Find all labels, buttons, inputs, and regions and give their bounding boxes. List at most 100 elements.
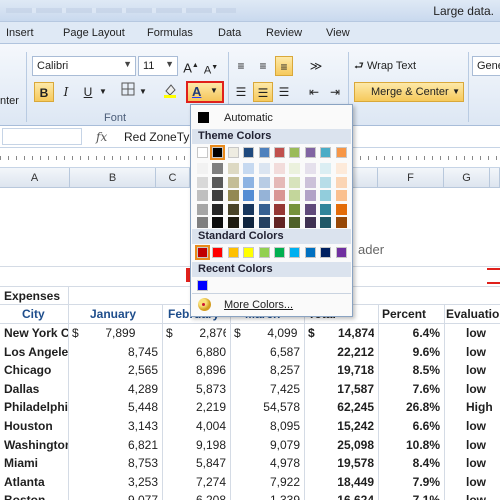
table-cell-total[interactable]: 17,587 — [308, 380, 374, 398]
theme-shade-swatch[interactable] — [258, 190, 270, 201]
theme-shade-swatch[interactable] — [243, 163, 255, 174]
standard-color-swatch[interactable] — [258, 247, 270, 258]
table-cell-total[interactable]: 19,718 — [308, 361, 374, 379]
column-header-a[interactable]: A — [0, 168, 70, 188]
table-cell-percent[interactable]: 8.4% — [382, 454, 440, 472]
table-cell-feb[interactable]: 5,873 — [166, 380, 226, 398]
table-cell-mar[interactable]: 8,095 — [234, 417, 300, 435]
table-cell-evaluation[interactable]: High — [466, 398, 500, 416]
theme-shade-swatch[interactable] — [335, 163, 347, 174]
theme-shade-swatch[interactable] — [227, 217, 239, 228]
standard-color-swatch[interactable] — [195, 245, 210, 260]
table-cell-jan[interactable]: 4,289 — [72, 380, 158, 398]
theme-shade-swatch[interactable] — [320, 203, 332, 215]
theme-shade-swatch[interactable] — [304, 163, 316, 174]
insert-function-icon[interactable]: fx — [96, 130, 107, 144]
table-cell-mar[interactable]: $ 4,099 — [234, 324, 300, 342]
theme-shade-swatch[interactable] — [335, 217, 347, 228]
theme-color-swatch[interactable] — [274, 147, 285, 158]
table-cell-evaluation[interactable]: low — [466, 417, 500, 435]
tab-page-layout[interactable]: Page Layout — [63, 27, 125, 39]
table-cell-city[interactable]: New York C — [4, 324, 68, 342]
orientation-icon[interactable]: ≫ — [305, 56, 327, 76]
merge-center-button[interactable]: Merge & Center ▼ — [354, 82, 464, 102]
theme-shade-swatch[interactable] — [320, 190, 332, 201]
theme-shade-swatch[interactable] — [320, 217, 332, 228]
table-cell-total[interactable]: 16,624 — [308, 491, 374, 500]
table-cell-percent[interactable]: 7.6% — [382, 380, 440, 398]
standard-color-swatch[interactable] — [335, 247, 347, 258]
table-cell-city[interactable]: Chicago — [4, 361, 68, 379]
table-cell-mar[interactable]: 7,922 — [234, 473, 300, 491]
table-cell-feb[interactable]: 4,004 — [166, 417, 226, 435]
theme-shade-swatch[interactable] — [289, 190, 301, 201]
theme-shade-swatch[interactable] — [289, 176, 301, 188]
table-cell-evaluation[interactable]: low — [466, 324, 486, 342]
theme-shade-swatch[interactable] — [274, 190, 285, 201]
wrap-text-button[interactable]: ⮐ Wrap Text — [354, 57, 416, 76]
font-size-combo[interactable]: 11 ▼ — [138, 56, 178, 76]
theme-shade-swatch[interactable] — [274, 163, 285, 174]
align-middle-icon[interactable]: ≡ — [254, 56, 272, 76]
table-cell-jan[interactable]: 3,143 — [72, 417, 158, 435]
theme-color-swatch[interactable] — [210, 145, 226, 160]
table-cell-percent[interactable]: 7.9% — [382, 473, 440, 491]
recent-color-swatch[interactable] — [197, 280, 208, 291]
column-header-h[interactable] — [490, 168, 500, 188]
table-cell-evaluation[interactable]: low — [466, 454, 500, 472]
theme-color-swatch[interactable] — [258, 147, 270, 158]
theme-shade-swatch[interactable] — [197, 190, 208, 201]
table-cell-jan[interactable]: 9,077 — [72, 491, 158, 500]
table-cell-mar[interactable]: 6,587 — [234, 343, 300, 361]
theme-shade-swatch[interactable] — [243, 176, 255, 188]
theme-shade-swatch[interactable] — [304, 190, 316, 201]
table-cell-feb[interactable]: 7,274 — [166, 473, 226, 491]
tab-review[interactable]: Review — [266, 27, 302, 39]
table-cell-city[interactable]: Houston — [4, 417, 68, 435]
table-cell-jan[interactable]: $ 7,899 — [72, 324, 158, 342]
table-cell-feb[interactable]: 6,880 — [166, 343, 226, 361]
table-cell-evaluation[interactable]: low — [466, 343, 500, 361]
center-button-partial[interactable]: nter — [0, 95, 19, 107]
table-cell-feb[interactable]: 2,219 — [166, 398, 226, 416]
column-header-e[interactable] — [353, 168, 378, 188]
theme-shade-swatch[interactable] — [227, 176, 239, 188]
tab-view[interactable]: View — [326, 27, 350, 39]
table-cell-percent[interactable]: 6.4% — [382, 324, 440, 342]
theme-shade-swatch[interactable] — [304, 217, 316, 228]
theme-shade-swatch[interactable] — [304, 203, 316, 215]
decrease-indent-icon[interactable]: ⇤ — [305, 82, 323, 102]
table-cell-evaluation[interactable]: low — [466, 380, 500, 398]
table-cell-city[interactable]: Boston — [4, 491, 68, 500]
theme-shade-swatch[interactable] — [212, 217, 224, 228]
table-cell-total[interactable]: 15,242 — [308, 417, 374, 435]
theme-shade-swatch[interactable] — [289, 163, 301, 174]
table-cell-jan[interactable]: 8,745 — [72, 343, 158, 361]
tab-insert[interactable]: Insert — [6, 27, 34, 39]
font-color-button[interactable]: A ▼ — [186, 81, 224, 103]
tab-formulas[interactable]: Formulas — [147, 27, 193, 39]
theme-shade-swatch[interactable] — [258, 217, 270, 228]
table-cell-jan[interactable]: 6,821 — [72, 436, 158, 454]
automatic-color-option[interactable]: Automatic — [192, 107, 351, 127]
theme-shade-swatch[interactable] — [243, 217, 255, 228]
theme-shade-swatch[interactable] — [227, 203, 239, 215]
theme-color-swatch[interactable] — [335, 147, 347, 158]
grow-font-icon[interactable]: A▲ — [183, 56, 199, 76]
table-cell-total[interactable]: 62,245 — [308, 398, 374, 416]
theme-shade-swatch[interactable] — [335, 190, 347, 201]
table-cell-percent[interactable]: 10.8% — [382, 436, 440, 454]
table-cell-city[interactable]: Los Angeles — [4, 343, 68, 361]
table-cell-jan[interactable]: 8,753 — [72, 454, 158, 472]
table-cell-total[interactable]: $ 14,874 — [308, 324, 374, 342]
theme-shade-swatch[interactable] — [243, 190, 255, 201]
theme-shade-swatch[interactable] — [274, 217, 285, 228]
table-cell-city[interactable]: Miami — [4, 454, 68, 472]
table-cell-total[interactable]: 22,212 — [308, 343, 374, 361]
quick-access-toolbar[interactable] — [6, 8, 236, 13]
theme-shade-swatch[interactable] — [304, 176, 316, 188]
align-right-icon[interactable]: ☰ — [275, 82, 293, 102]
table-cell-percent[interactable]: 6.6% — [382, 417, 440, 435]
align-left-icon[interactable]: ☰ — [232, 82, 250, 102]
table-cell-percent[interactable]: 26.8% — [382, 398, 440, 416]
